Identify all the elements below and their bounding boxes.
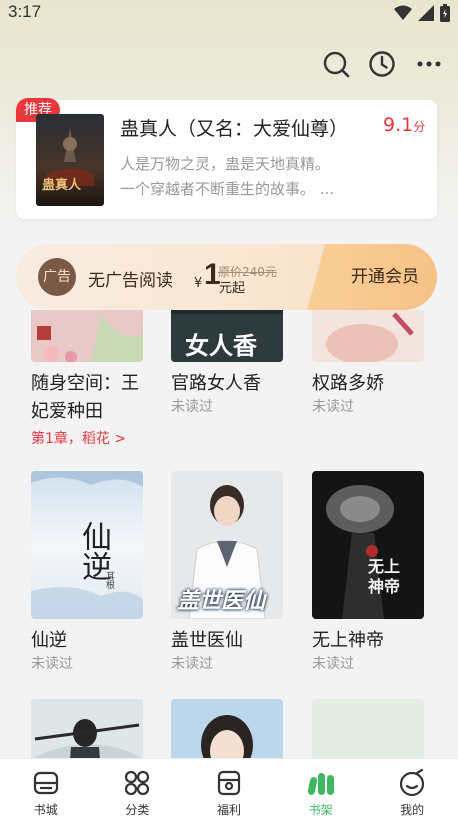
nav-label: 书架 <box>308 803 333 817</box>
nav-label: 书城 <box>33 803 58 817</box>
recommend-book-title[interactable]: 蛊真人（又名：大爱仙尊） <box>120 114 348 141</box>
price-suffix: 元起 <box>219 281 246 296</box>
shelf-book[interactable]: 随身空间：王妃爱种田 第1章，稻花 > <box>31 310 143 448</box>
book-title[interactable]: 权路多娇 <box>312 370 424 398</box>
book-cover[interactable] <box>171 699 283 758</box>
nav-profile[interactable]: 我的 <box>366 759 458 820</box>
shelf-book[interactable] <box>171 699 283 758</box>
book-title[interactable]: 官路女人香 <box>171 370 283 398</box>
nav-category[interactable]: 分类 <box>92 759 184 820</box>
more-button[interactable] <box>413 48 445 80</box>
vip-label: 无广告阅读 <box>88 271 173 291</box>
recommend-book-cover[interactable]: 蛊真人 <box>36 114 104 206</box>
book-cover[interactable] <box>312 699 424 758</box>
shelf-book[interactable]: 无上神帝 无上神帝 未读过 <box>312 471 424 673</box>
shelf-book[interactable]: 权路多娇 未读过 <box>312 310 424 416</box>
clock-icon <box>369 51 395 77</box>
nav-label: 福利 <box>216 803 241 817</box>
search-button[interactable] <box>320 48 352 80</box>
book-cover[interactable] <box>312 310 424 362</box>
read-status: 未读过 <box>171 399 213 415</box>
profile-icon <box>400 769 425 797</box>
shelf-book[interactable]: 仙逆 耳根 仙逆 未读过 <box>31 471 143 673</box>
nav-label: 分类 <box>125 803 150 817</box>
reading-progress[interactable]: 第1章，稻花 > <box>31 430 143 448</box>
status-time: 3:17 <box>8 2 42 21</box>
book-cover[interactable]: 无上神帝 <box>312 471 424 619</box>
nav-label: 我的 <box>400 803 425 817</box>
recommend-cover-title: 蛊真人 <box>42 178 82 193</box>
recommend-score: 9.1分 <box>383 114 426 136</box>
book-cover[interactable]: 仙逆 耳根 <box>31 471 143 619</box>
open-vip-button[interactable]: 开通会员 <box>340 244 430 310</box>
battery-icon <box>440 4 450 22</box>
book-cover[interactable]: 盖世医仙 <box>171 471 283 619</box>
bookstore-icon <box>33 771 58 795</box>
book-cover-title: 盖世医仙 <box>177 589 266 614</box>
recommend-description: 人是万物之灵，蛊是天地真精。 一个穿越者不断重生的故事。 ... <box>120 155 335 198</box>
nav-welfare[interactable]: 福利 <box>183 759 275 820</box>
shelf-book[interactable]: 盖世医仙 盖世医仙 未读过 <box>171 471 283 673</box>
signal-icon <box>418 5 434 21</box>
book-cover-title: 女人香 <box>185 332 257 360</box>
bookshelf-grid: 随身空间：王妃爱种田 第1章，稻花 > 女人香 官路女人香 未读过 权路多娇 未… <box>0 310 458 758</box>
book-title[interactable]: 随身空间：王妃爱种田 <box>31 370 143 426</box>
book-cover-title: 无上神帝 <box>368 557 401 596</box>
shelf-book[interactable] <box>31 699 143 758</box>
read-status: 未读过 <box>312 399 354 415</box>
search-icon <box>323 51 350 78</box>
price-currency: ¥ <box>194 276 203 291</box>
book-title[interactable]: 无上神帝 <box>312 627 424 655</box>
read-status: 未读过 <box>312 656 354 672</box>
ad-free-icon: 广告 <box>38 258 76 296</box>
read-status: 未读过 <box>31 656 73 672</box>
nav-bookshelf[interactable]: 书架 <box>275 759 367 820</box>
welfare-icon <box>217 770 241 796</box>
bottom-navigation: 书城 分类 福利 书架 我的 <box>0 758 458 820</box>
book-title[interactable]: 仙逆 <box>31 627 143 655</box>
book-cover[interactable]: 女人香 <box>171 310 283 362</box>
book-cover[interactable] <box>31 699 143 758</box>
more-icon <box>417 61 441 67</box>
wifi-icon <box>394 5 412 20</box>
book-cover-author: 耳根 <box>104 571 114 589</box>
book-title[interactable]: 盖世医仙 <box>171 627 283 655</box>
category-icon <box>125 770 150 796</box>
book-cover[interactable] <box>31 310 143 362</box>
shelf-book-placeholder[interactable] <box>312 699 424 758</box>
history-button[interactable] <box>366 48 398 80</box>
status-bar: 3:17 <box>0 0 458 26</box>
bookshelf-icon <box>307 773 334 795</box>
nav-bookstore[interactable]: 书城 <box>0 759 92 820</box>
read-status: 未读过 <box>171 656 213 672</box>
shelf-book[interactable]: 女人香 官路女人香 未读过 <box>171 310 283 416</box>
